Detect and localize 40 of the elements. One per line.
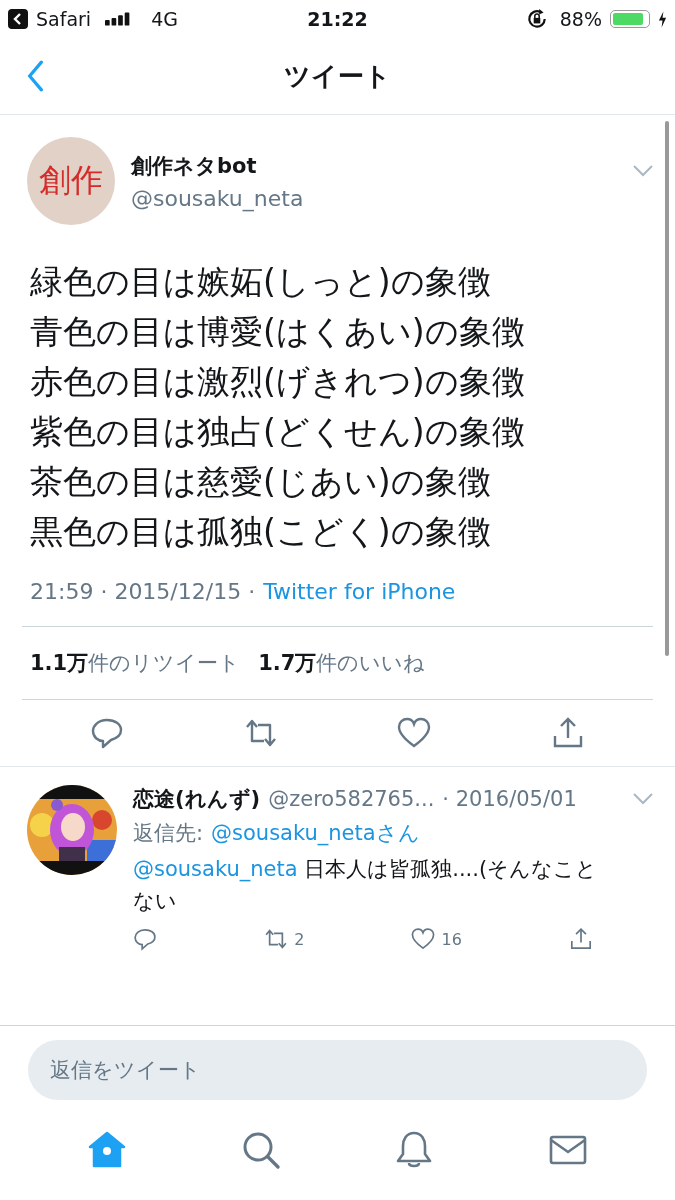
back-app-icon[interactable]	[8, 9, 28, 29]
nav-title: ツイート	[284, 59, 391, 93]
tweet-text-line: 青色の目は博愛(はくあい)の象徴	[30, 311, 526, 353]
tweet-text-line: 茶色の目は慈愛(じあい)の象徴	[30, 461, 492, 503]
reply-icon[interactable]	[133, 927, 157, 951]
reply-to-link[interactable]: @sousaku_netaさん	[211, 819, 420, 847]
network-label: 4G	[151, 8, 178, 30]
reply-icon[interactable]	[89, 716, 124, 750]
stat-count[interactable]: 1.7万件のいいね	[258, 649, 426, 677]
tweet-timestamp: 21:59 · 2015/12/15 ·	[30, 579, 256, 604]
like-icon[interactable]	[397, 716, 432, 750]
reply-date: · 2016/05/01	[442, 787, 577, 811]
avatar[interactable]: 創作	[27, 137, 115, 225]
author-name[interactable]: 創作ネタbot	[131, 151, 617, 180]
tweet-text-line: 黒色の目は孤独(こどく)の象徴	[30, 511, 492, 553]
mention-link[interactable]: @sousaku_neta	[133, 857, 298, 881]
reply-author-handle[interactable]: @zero582765...	[268, 787, 435, 811]
retweet-count: 2	[294, 929, 305, 949]
back-icon[interactable]	[26, 60, 44, 92]
home-tab-icon[interactable]	[86, 1130, 127, 1170]
author-handle[interactable]: @sousaku_neta	[131, 185, 617, 211]
reply-to-label: 返信先:	[133, 820, 204, 847]
back-app-label[interactable]: Safari	[36, 8, 92, 30]
rotation-lock-icon	[525, 8, 548, 30]
like-count: 16	[441, 929, 462, 949]
source-link[interactable]: Twitter for iPhone	[263, 579, 456, 604]
tweet-text-line: 赤色の目は激烈(げきれつ)の象徴	[30, 361, 526, 403]
reply-input[interactable]: 返信をツイート	[28, 1040, 647, 1100]
charging-icon	[658, 10, 667, 28]
stat-count[interactable]: 1.1万件のリツイート	[30, 649, 241, 677]
share-icon[interactable]	[568, 927, 593, 951]
battery-percent: 88%	[559, 8, 602, 30]
retweet-icon[interactable]	[264, 927, 289, 951]
clock: 21:22	[307, 8, 368, 30]
like-icon[interactable]	[411, 927, 436, 951]
battery-icon	[610, 10, 650, 28]
tweet-text-line: 紫色の目は独占(どくせん)の象徴	[30, 411, 526, 453]
reply-author-name[interactable]: 恋途(れんず)	[133, 785, 261, 813]
tweet-text-line: 緑色の目は嫉妬(しっと)の象徴	[30, 261, 492, 303]
reply-text: @sousaku_neta 日本人は皆孤独....(そんなことない	[133, 856, 599, 915]
